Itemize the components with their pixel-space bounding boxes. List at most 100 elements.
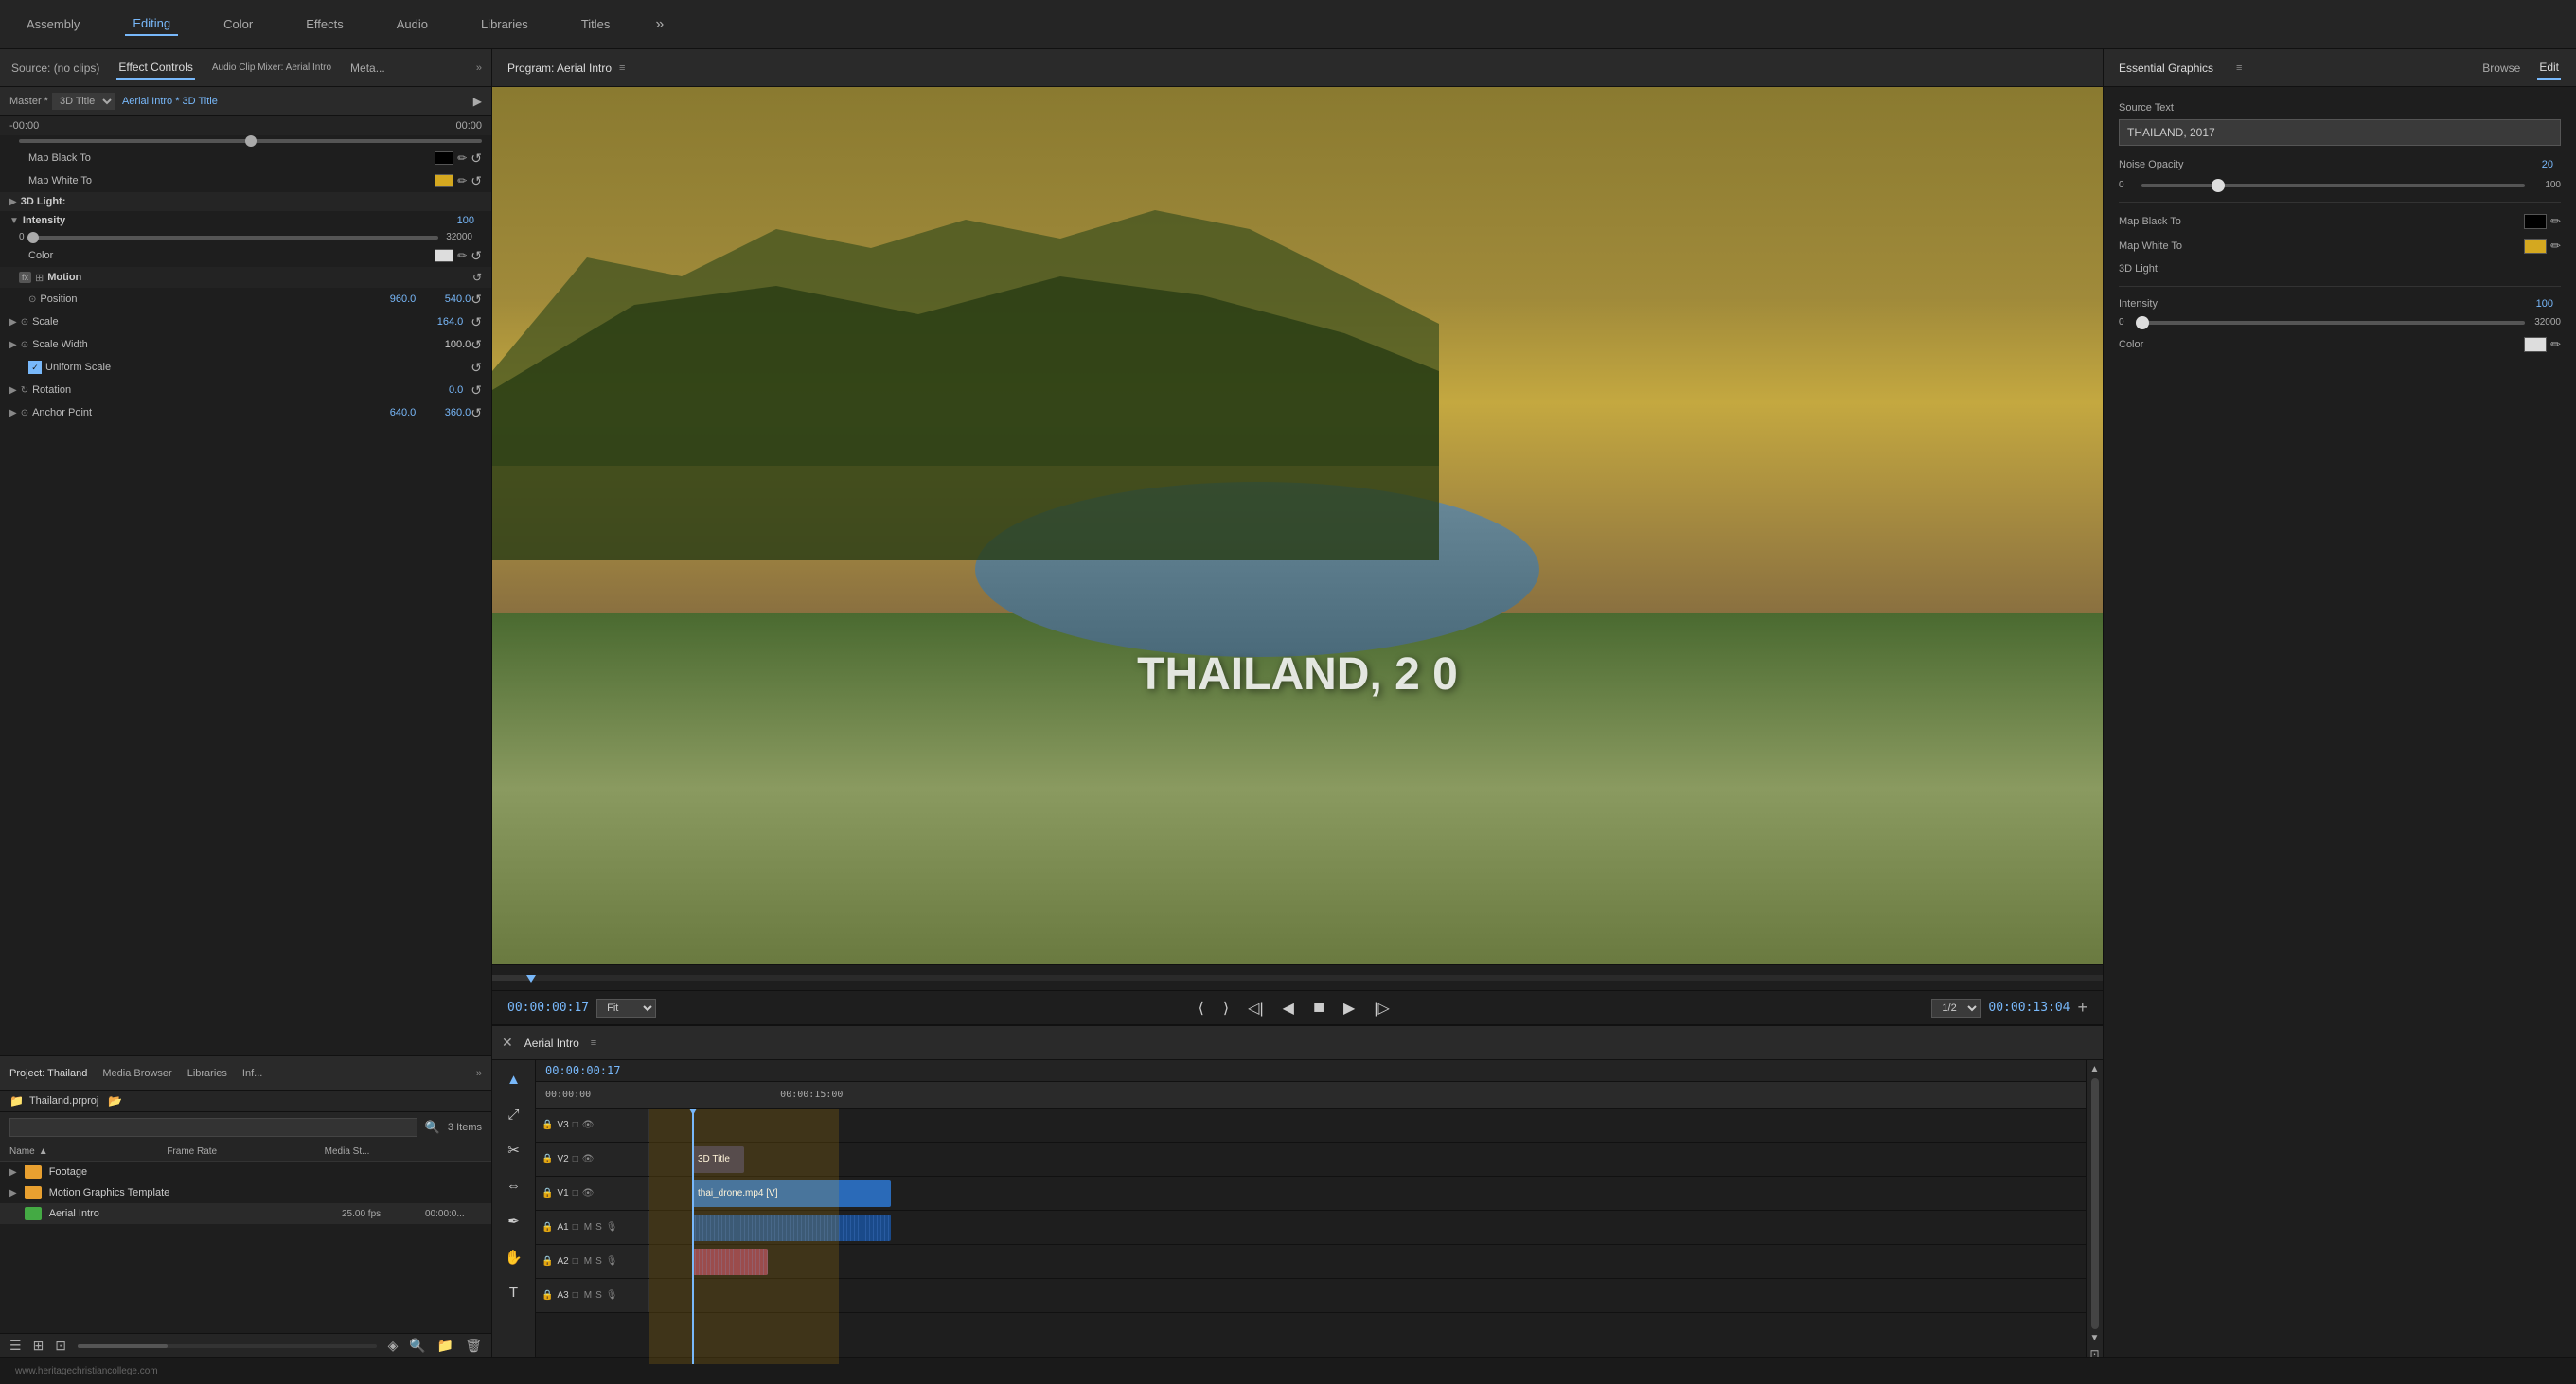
project-tab-media[interactable]: Media Browser	[102, 1068, 171, 1079]
nav-item-editing[interactable]: Editing	[125, 12, 178, 36]
color-reset[interactable]: ↺	[471, 248, 482, 264]
a1-content[interactable]	[649, 1211, 2086, 1244]
scale-width-reset[interactable]: ↺	[471, 337, 482, 353]
map-black-swatch[interactable]	[435, 151, 453, 165]
timeline-close-btn[interactable]: ✕	[502, 1035, 513, 1051]
tl-ripple-tool[interactable]: ⤢	[504, 1103, 523, 1127]
v3-visibility[interactable]: 👁	[582, 1120, 595, 1130]
main-slider[interactable]	[0, 135, 491, 147]
mgt-expand[interactable]: ▶	[9, 1188, 17, 1198]
map-black-eyedrop[interactable]: ✏	[457, 151, 467, 165]
project-col-name[interactable]: Name ▲	[9, 1146, 167, 1157]
pf-search-btn[interactable]: 🔍	[409, 1338, 425, 1354]
pf-zoom-slider[interactable]	[78, 1344, 377, 1348]
list-item[interactable]: ▶ Footage	[0, 1162, 491, 1182]
map-black-reset[interactable]: ↺	[471, 151, 482, 167]
timeline-tab-label[interactable]: Aerial Intro	[524, 1037, 579, 1050]
v1-content[interactable]: thai_drone.mp4 [V]	[649, 1177, 2086, 1210]
tl-slip-tool[interactable]: ⇔	[503, 1174, 524, 1198]
tl-hand-tool[interactable]: ✋	[501, 1245, 526, 1269]
nav-more[interactable]: »	[655, 16, 664, 33]
uniform-scale-checkbox[interactable]: ✓	[28, 361, 42, 374]
eg-tab-edit[interactable]: Edit	[2537, 57, 2561, 80]
v2-eye[interactable]: □	[573, 1154, 578, 1164]
uniform-scale-reset[interactable]: ↺	[471, 360, 482, 376]
project-search-icon[interactable]: 🔍	[425, 1120, 440, 1135]
master-link[interactable]: Aerial Intro * 3D Title	[122, 96, 218, 107]
nav-item-audio[interactable]: Audio	[389, 13, 435, 35]
list-item[interactable]	[692, 1215, 891, 1241]
list-item[interactable]: thai_drone.mp4 [V]	[692, 1180, 891, 1207]
map-white-reset[interactable]: ↺	[471, 173, 482, 189]
a1-lock[interactable]: 🔒	[542, 1222, 553, 1233]
pf-grid-view[interactable]: ⊞	[33, 1338, 44, 1354]
a3-eye[interactable]: □	[573, 1290, 578, 1301]
eg-intensity-track[interactable]	[2141, 321, 2525, 325]
v1-visibility[interactable]: 👁	[582, 1188, 595, 1198]
project-tab-info[interactable]: Inf...	[242, 1068, 262, 1079]
intensity-value[interactable]: 100	[427, 215, 474, 226]
eg-map-white-swatch[interactable]	[2524, 239, 2547, 254]
vc-fit-select[interactable]: Fit 25% 50% 75% 100%	[596, 999, 656, 1018]
vc-quality-select[interactable]: 1/2 Full 1/4	[1931, 999, 1981, 1018]
anchor-y[interactable]: 360.0	[423, 407, 471, 418]
eg-menu-icon[interactable]: ≡	[2236, 62, 2242, 74]
vc-stop-btn[interactable]: ■	[1307, 995, 1330, 1020]
rotation-value[interactable]: 0.0	[416, 384, 463, 396]
scale-reset[interactable]: ↺	[471, 314, 482, 330]
a1-mute[interactable]: M	[584, 1222, 592, 1233]
eg-noise-value[interactable]: 20	[2525, 159, 2553, 170]
intensity-slider[interactable]	[32, 236, 439, 240]
nav-item-libraries[interactable]: Libraries	[473, 13, 536, 35]
nav-item-titles[interactable]: Titles	[574, 13, 618, 35]
tl-scroll-up[interactable]: ▲	[2090, 1064, 2100, 1074]
a2-eye[interactable]: □	[573, 1256, 578, 1267]
intensity-section[interactable]: ▼ Intensity 100	[0, 211, 491, 230]
project-tab-project[interactable]: Project: Thailand	[9, 1068, 87, 1079]
tl-type-tool[interactable]: T	[506, 1281, 522, 1304]
program-menu-icon[interactable]: ≡	[619, 62, 625, 74]
pf-delete-btn[interactable]: 🗑	[465, 1338, 482, 1354]
tl-razor-tool[interactable]: ✂	[504, 1138, 524, 1162]
eg-source-input[interactable]	[2119, 119, 2561, 146]
position-reset[interactable]: ↺	[471, 292, 482, 308]
a3-mic[interactable]: 🎙	[606, 1290, 618, 1301]
list-item[interactable]: ▶ Aerial Intro 25.00 fps 00:00:0...	[0, 1203, 491, 1224]
nav-item-assembly[interactable]: Assembly	[19, 13, 87, 35]
a3-solo[interactable]: S	[595, 1290, 602, 1301]
nav-item-color[interactable]: Color	[216, 13, 260, 35]
timeline-tab-menu[interactable]: ≡	[591, 1038, 596, 1049]
vc-mark-out-icon[interactable]: ⟩	[1217, 997, 1235, 1020]
a3-content[interactable]	[649, 1279, 2086, 1312]
position-x[interactable]: 960.0	[368, 293, 416, 305]
color-eyedrop[interactable]: ✏	[457, 249, 467, 262]
a2-mic[interactable]: 🎙	[606, 1256, 618, 1267]
a2-solo[interactable]: S	[595, 1256, 602, 1267]
a3-lock[interactable]: 🔒	[542, 1290, 553, 1301]
motion-section[interactable]: fx ⊞ Motion ↺	[0, 267, 491, 288]
v2-visibility[interactable]: 👁	[582, 1154, 595, 1164]
eg-color-eyedrop[interactable]: ✏	[2550, 337, 2561, 352]
light-section[interactable]: ▶ 3D Light:	[0, 192, 491, 211]
anchor-x[interactable]: 640.0	[368, 407, 416, 418]
tab-audio-mixer[interactable]: Audio Clip Mixer: Aerial Intro	[210, 59, 333, 77]
map-white-eyedrop[interactable]: ✏	[457, 174, 467, 187]
eg-noise-track[interactable]	[2141, 184, 2525, 187]
v1-eye[interactable]: □	[573, 1188, 578, 1198]
a1-eye[interactable]: □	[573, 1222, 578, 1233]
v2-content[interactable]: 3D Title	[649, 1143, 2086, 1176]
scale-value[interactable]: 164.0	[416, 316, 463, 328]
eg-color-swatch[interactable]	[2524, 337, 2547, 352]
master-arrow[interactable]: ▶	[473, 95, 482, 108]
vc-step-fwd-btn[interactable]: |▷	[1368, 997, 1395, 1020]
vc-step-back-btn[interactable]: ◁|	[1242, 997, 1269, 1020]
v3-lock[interactable]: 🔒	[542, 1120, 553, 1130]
tab-meta[interactable]: Meta...	[348, 58, 387, 79]
tl-scroll-thumb[interactable]	[2091, 1078, 2099, 1329]
pf-icon[interactable]: ◈	[388, 1338, 399, 1354]
v1-lock[interactable]: 🔒	[542, 1188, 553, 1198]
a3-mute[interactable]: M	[584, 1290, 592, 1301]
project-search-input[interactable]	[9, 1118, 417, 1137]
pf-folder-btn[interactable]: 📁	[437, 1338, 453, 1354]
v3-content[interactable]	[649, 1109, 2086, 1142]
